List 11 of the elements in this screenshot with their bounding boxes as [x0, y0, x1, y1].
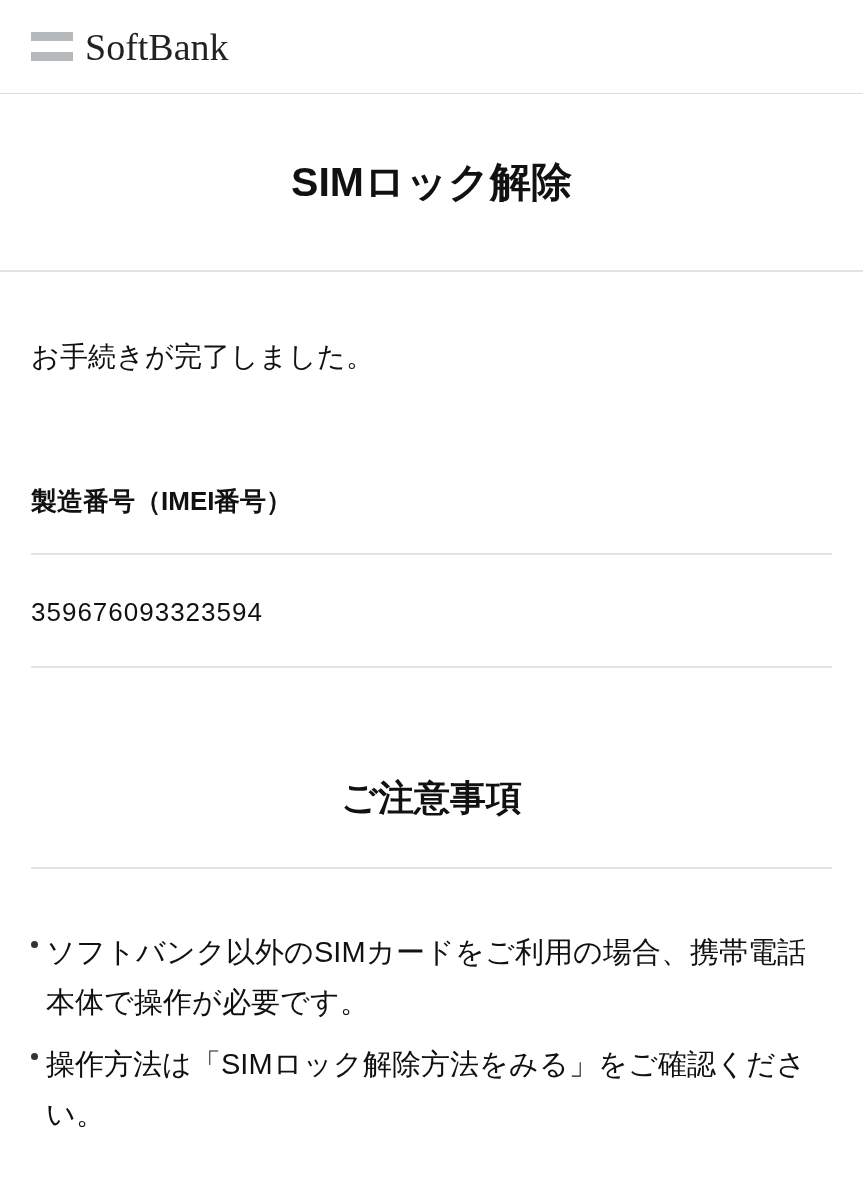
page-title: SIMロック解除	[291, 157, 572, 207]
field-label: 製造番号（IMEI番号）	[31, 486, 293, 516]
section-title: ご注意事項	[341, 777, 522, 818]
note-text: ソフトバンク以外のSIMカードをご利用の場合、携帯電話本体で操作が必要です。	[46, 935, 807, 1020]
field-value: 359676093323594	[31, 597, 263, 627]
bullet-icon	[31, 941, 38, 948]
bullet-icon	[31, 1053, 38, 1060]
logo-text: SoftBank	[85, 24, 229, 69]
logo-icon	[31, 31, 73, 62]
note-text: 操作方法は「SIMロック解除方法をみる」をご確認ください。	[46, 1047, 807, 1132]
completion-message: お手続きが完了しました。	[31, 340, 375, 374]
